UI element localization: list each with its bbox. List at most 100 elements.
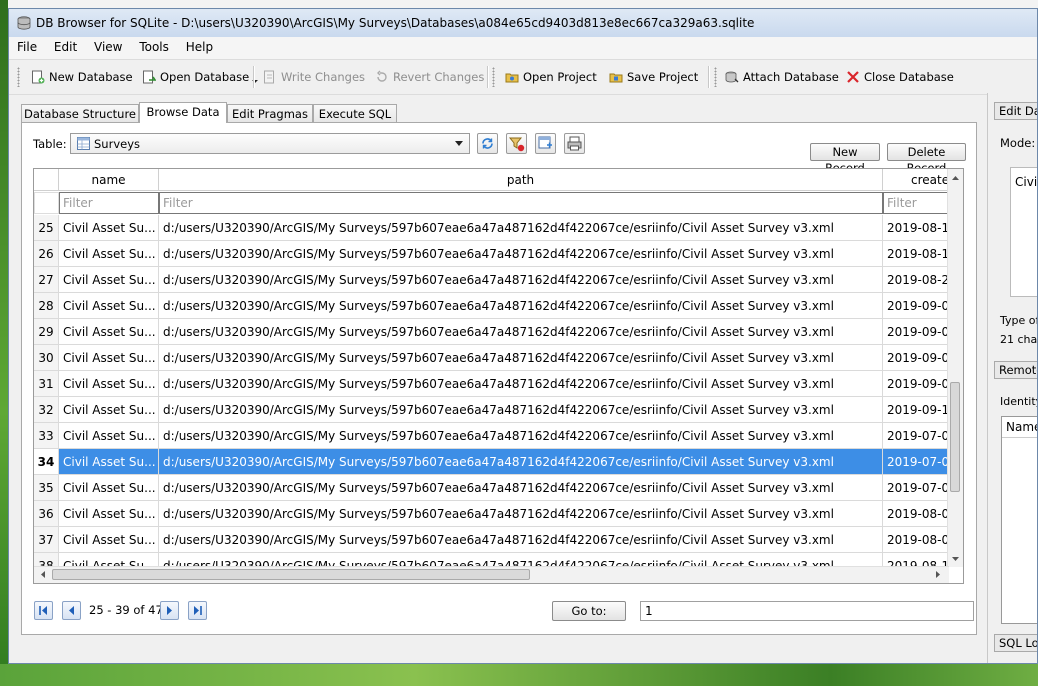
new-database-button[interactable]: New Database	[31, 68, 133, 86]
go-to-button[interactable]: Go to:	[552, 601, 626, 621]
table-row[interactable]: 30 Civil Asset Su... d:/users/U320390/ArcG…	[34, 345, 949, 371]
row-number-cell[interactable]: 36	[34, 501, 59, 527]
menu-file[interactable]: File	[12, 37, 42, 57]
open-database-button[interactable]: Open Database	[142, 68, 259, 86]
row-number-cell[interactable]: 37	[34, 527, 59, 553]
row-number-cell[interactable]: 28	[34, 293, 59, 319]
close-database-button[interactable]: Close Database	[846, 68, 954, 86]
cell-path[interactable]: d:/users/U320390/ArcGIS/My Surveys/597b6…	[159, 215, 883, 241]
tab-browse-data[interactable]: Browse Data	[139, 102, 227, 123]
cell-name[interactable]: Civil Asset Su...	[59, 371, 159, 397]
toolbar-grip[interactable]	[714, 67, 717, 87]
cell-path[interactable]: d:/users/U320390/ArcGIS/My Surveys/597b6…	[159, 293, 883, 319]
cell-path[interactable]: d:/users/U320390/ArcGIS/My Surveys/597b6…	[159, 345, 883, 371]
cell-path[interactable]: d:/users/U320390/ArcGIS/My Surveys/597b6…	[159, 423, 883, 449]
row-number-cell[interactable]: 29	[34, 319, 59, 345]
cell-name[interactable]: Civil Asset Su...	[59, 501, 159, 527]
cell-name[interactable]: Civil Asset Su...	[59, 267, 159, 293]
horizontal-scroll-thumb[interactable]	[52, 569, 530, 580]
toolbar-grip[interactable]	[17, 67, 20, 87]
first-page-button[interactable]	[34, 601, 53, 620]
remote-list-header-name[interactable]: Name	[1002, 417, 1037, 438]
cell-created[interactable]: 2019-09-06	[883, 319, 949, 345]
cell-name[interactable]: Civil Asset Su...	[59, 215, 159, 241]
tab-edit-data[interactable]: Edit Data	[994, 102, 1037, 120]
row-number-cell[interactable]: 32	[34, 397, 59, 423]
vertical-scroll-thumb[interactable]	[950, 382, 960, 492]
row-number-cell[interactable]: 25	[34, 215, 59, 241]
table-row[interactable]: 31 Civil Asset Su... d:/users/U320390/ArcG…	[34, 371, 949, 397]
vertical-scrollbar[interactable]	[947, 169, 963, 567]
cell-created[interactable]: 2019-09-06	[883, 293, 949, 319]
filter-input-name[interactable]: Filter	[59, 192, 159, 214]
toolbar-grip[interactable]	[492, 67, 495, 87]
cell-created[interactable]: 2019-08-19	[883, 215, 949, 241]
clear-filters-button[interactable]	[506, 133, 527, 154]
revert-changes-button[interactable]: Revert Changes	[375, 68, 484, 86]
column-header-path[interactable]: path	[159, 169, 883, 191]
scroll-left-icon[interactable]	[37, 567, 49, 582]
menu-help[interactable]: Help	[181, 37, 218, 57]
cell-created[interactable]: 2019-09-16	[883, 397, 949, 423]
attach-database-button[interactable]: Attach Database	[725, 68, 839, 86]
row-number-cell[interactable]: 31	[34, 371, 59, 397]
cell-name[interactable]: Civil Asset Su...	[59, 319, 159, 345]
remote-list[interactable]: Name	[1001, 416, 1037, 624]
cell-created[interactable]: 2019-07-01	[883, 423, 949, 449]
cell-created[interactable]: 2019-07-03	[883, 449, 949, 475]
table-row[interactable]: 26 Civil Asset Su... d:/users/U320390/ArcG…	[34, 241, 949, 267]
table-row[interactable]: 35 Civil Asset Su... d:/users/U320390/ArcG…	[34, 475, 949, 501]
last-page-button[interactable]	[188, 601, 207, 620]
cell-created[interactable]: 2019-08-27	[883, 267, 949, 293]
cell-name[interactable]: Civil Asset Su...	[59, 293, 159, 319]
tab-edit-pragmas[interactable]: Edit Pragmas	[227, 104, 313, 122]
cell-created[interactable]: 2019-09-06	[883, 345, 949, 371]
table-select[interactable]: Surveys	[70, 133, 470, 154]
new-record-button[interactable]: New Record	[810, 143, 880, 175]
table-row[interactable]: 27 Civil Asset Su... d:/users/U320390/ArcG…	[34, 267, 949, 293]
cell-created[interactable]: 2019-08-07	[883, 527, 949, 553]
cell-created[interactable]: 2019-08-19	[883, 241, 949, 267]
cell-name[interactable]: Civil Asset Su...	[59, 241, 159, 267]
table-row[interactable]: 32 Civil Asset Su... d:/users/U320390/ArcG…	[34, 397, 949, 423]
row-number-cell[interactable]: 33	[34, 423, 59, 449]
menu-edit[interactable]: Edit	[49, 37, 82, 57]
save-project-button[interactable]: Save Project	[609, 68, 698, 86]
cell-created[interactable]: 2019-09-06	[883, 371, 949, 397]
table-row[interactable]: 36 Civil Asset Su... d:/users/U320390/ArcG…	[34, 501, 949, 527]
cell-path[interactable]: d:/users/U320390/ArcGIS/My Surveys/597b6…	[159, 449, 883, 475]
go-to-input[interactable]: 1	[640, 601, 974, 621]
row-header-corner[interactable]	[34, 169, 59, 191]
table-row[interactable]: 28 Civil Asset Su... d:/users/U320390/ArcG…	[34, 293, 949, 319]
cell-name[interactable]: Civil Asset Su...	[59, 423, 159, 449]
table-row[interactable]: 37 Civil Asset Su... d:/users/U320390/ArcG…	[34, 527, 949, 553]
delete-record-button[interactable]: Delete Record	[887, 143, 966, 175]
table-row[interactable]: 34 Civil Asset Su... d:/users/U320390/ArcG…	[34, 449, 949, 475]
cell-path[interactable]: d:/users/U320390/ArcGIS/My Surveys/597b6…	[159, 501, 883, 527]
cell-path[interactable]: d:/users/U320390/ArcGIS/My Surveys/597b6…	[159, 397, 883, 423]
row-number-cell[interactable]: 34	[34, 449, 59, 475]
row-number-cell[interactable]: 35	[34, 475, 59, 501]
row-number-cell[interactable]: 30	[34, 345, 59, 371]
write-changes-button[interactable]: Write Changes	[263, 68, 365, 86]
cell-created[interactable]: 2019-08-02	[883, 501, 949, 527]
table-row[interactable]: 25 Civil Asset Su... d:/users/U320390/ArcG…	[34, 215, 949, 241]
filter-input-created[interactable]: Filter	[883, 192, 949, 214]
previous-page-button[interactable]	[62, 601, 81, 620]
cell-path[interactable]: d:/users/U320390/ArcGIS/My Surveys/597b6…	[159, 371, 883, 397]
refresh-button[interactable]	[477, 133, 498, 154]
cell-name[interactable]: Civil Asset Su...	[59, 527, 159, 553]
cell-name[interactable]: Civil Asset Su...	[59, 397, 159, 423]
table-row[interactable]: 33 Civil Asset Su... d:/users/U320390/ArcG…	[34, 423, 949, 449]
menu-view[interactable]: View	[89, 37, 127, 57]
next-page-button[interactable]	[160, 601, 179, 620]
cell-name[interactable]: Civil Asset Su...	[59, 449, 159, 475]
cell-editor[interactable]: Civil	[1010, 167, 1037, 297]
cell-name[interactable]: Civil Asset Su...	[59, 345, 159, 371]
menu-tools[interactable]: Tools	[134, 37, 174, 57]
column-header-created[interactable]: created	[883, 169, 949, 191]
tab-execute-sql[interactable]: Execute SQL	[313, 104, 397, 122]
scroll-down-icon[interactable]	[948, 553, 963, 565]
tab-sql-log[interactable]: SQL Log	[994, 634, 1037, 652]
scroll-up-icon[interactable]	[948, 172, 963, 184]
